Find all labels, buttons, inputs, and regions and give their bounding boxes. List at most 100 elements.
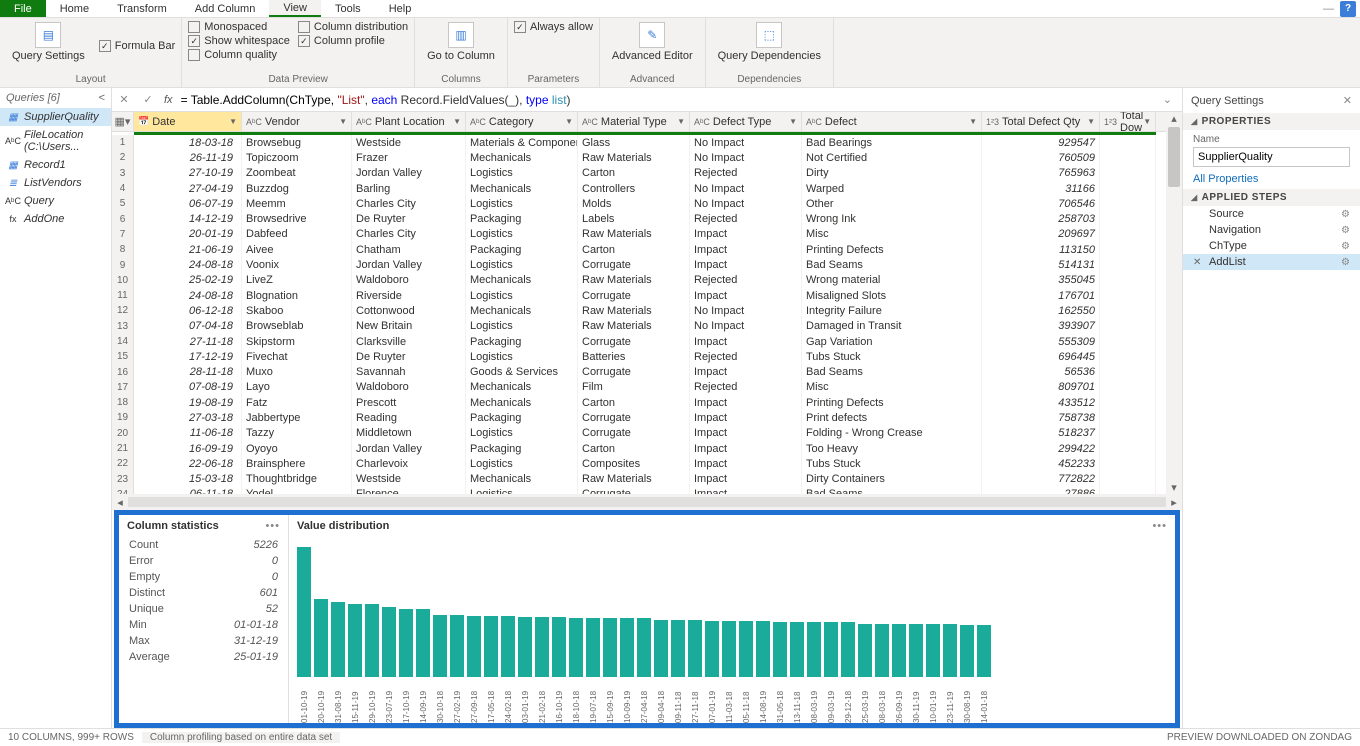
- menu-transform[interactable]: Transform: [103, 0, 181, 17]
- formula-input[interactable]: = Table.AddColumn(ChType, "List", each R…: [181, 93, 1149, 107]
- distribution-bar[interactable]: 19-07-18: [586, 618, 600, 723]
- fx-icon[interactable]: fx: [164, 94, 173, 106]
- table-row[interactable]: 1819-08-19FatzPrescottMechanicalsCartonI…: [112, 395, 1182, 410]
- table-row[interactable]: 1307-04-18BrowseblabNew BritainLogistics…: [112, 319, 1182, 334]
- goto-column-button[interactable]: ▥ Go to Column: [421, 20, 501, 64]
- profiling-scope-button[interactable]: Column profiling based on entire data se…: [142, 732, 340, 743]
- close-settings-icon[interactable]: ✕: [1343, 94, 1352, 107]
- table-row[interactable]: 1517-12-19FivechatDe RuyterLogisticsBatt…: [112, 349, 1182, 364]
- query-item-addone[interactable]: fxAddOne: [0, 210, 111, 228]
- horizontal-scrollbar[interactable]: ◂▸: [112, 494, 1182, 510]
- distribution-bar[interactable]: 27-02-19: [450, 615, 464, 723]
- distribution-bar[interactable]: 23-07-19: [382, 607, 396, 723]
- query-dependencies-button[interactable]: ⬚ Query Dependencies: [712, 20, 827, 64]
- table-row[interactable]: 2116-09-19OyoyoJordan ValleyPackagingCar…: [112, 441, 1182, 456]
- table-row[interactable]: 327-10-19ZoombeatJordan ValleyLogisticsC…: [112, 166, 1182, 181]
- distribution-bar[interactable]: 11-03-18: [722, 621, 736, 723]
- distribution-bar[interactable]: 07-01-19: [705, 621, 719, 723]
- table-row[interactable]: 2406-11-18YodelFlorenceLogisticsCorrugat…: [112, 487, 1182, 494]
- check-column-profile[interactable]: Column profile: [298, 34, 408, 48]
- step-chtype[interactable]: ChType⚙: [1183, 238, 1360, 254]
- stats-menu-icon[interactable]: •••: [265, 520, 280, 532]
- query-item-record1[interactable]: ▦Record1: [0, 156, 111, 174]
- distribution-bar[interactable]: 23-11-19: [943, 624, 957, 723]
- gear-icon[interactable]: ⚙: [1341, 257, 1350, 268]
- menu-help[interactable]: Help: [375, 0, 426, 17]
- column-header-def[interactable]: AᵇCDefect▼: [802, 112, 982, 131]
- column-header-vendor[interactable]: AᵇCVendor▼: [242, 112, 352, 131]
- table-row[interactable]: 118-03-18BrowsebugWestsideMaterials & Co…: [112, 135, 1182, 150]
- query-item-listvendors[interactable]: ≣ListVendors: [0, 174, 111, 192]
- column-filter-icon[interactable]: ▼: [229, 117, 237, 126]
- vertical-scrollbar[interactable]: ▴ ▾: [1166, 112, 1182, 494]
- distribution-bar[interactable]: 21-02-18: [535, 617, 549, 723]
- distribution-bar[interactable]: 10-01-19: [926, 624, 940, 723]
- minimize-icon[interactable]: —: [1323, 3, 1334, 15]
- distribution-bar[interactable]: 27-11-18: [688, 620, 702, 723]
- distribution-bar[interactable]: 24-02-18: [501, 616, 515, 723]
- formula-commit-icon[interactable]: ✓: [140, 93, 156, 106]
- distribution-bar[interactable]: 15-09-19: [603, 618, 617, 723]
- table-row[interactable]: 1427-11-18SkipstormClarksvillePackagingC…: [112, 334, 1182, 349]
- table-row[interactable]: 1927-03-18JabbertypeReadingPackagingCorr…: [112, 410, 1182, 425]
- column-header-qty[interactable]: 1²3Total Defect Qty▼: [982, 112, 1100, 131]
- distribution-bar[interactable]: 20-10-19: [314, 599, 328, 723]
- query-name-input[interactable]: [1193, 147, 1350, 167]
- distribution-bar[interactable]: 14-09-19: [416, 609, 430, 723]
- column-filter-icon[interactable]: ▼: [339, 117, 347, 126]
- table-row[interactable]: 2222-06-18BrainsphereCharlevoixLogistics…: [112, 456, 1182, 471]
- table-row[interactable]: 2011-06-18TazzyMiddletownLogisticsCorrug…: [112, 426, 1182, 441]
- distribution-bar[interactable]: 09-04-18: [654, 620, 668, 723]
- distribution-menu-icon[interactable]: •••: [1152, 520, 1167, 532]
- menu-add-column[interactable]: Add Column: [181, 0, 270, 17]
- table-row[interactable]: 1707-08-19LayoWaldoboroMechanicalsFilmRe…: [112, 380, 1182, 395]
- query-item-supplierquality[interactable]: ▦SupplierQuality: [0, 108, 111, 126]
- applied-steps-section[interactable]: APPLIED STEPS: [1183, 189, 1360, 206]
- distribution-bar[interactable]: 09-03-19: [824, 622, 838, 723]
- table-icon[interactable]: ▦▾: [112, 112, 134, 131]
- column-filter-icon[interactable]: ▼: [677, 117, 685, 126]
- distribution-bar[interactable]: 30-10-18: [433, 615, 447, 723]
- formula-expand-icon[interactable]: ⌄: [1157, 93, 1178, 106]
- distribution-bar[interactable]: 08-03-19: [807, 622, 821, 723]
- column-header-plant[interactable]: AᵇCPlant Location▼: [352, 112, 466, 131]
- check-monospaced[interactable]: Monospaced: [188, 20, 290, 34]
- distribution-bar[interactable]: 05-11-18: [739, 621, 753, 723]
- all-properties-link[interactable]: All Properties: [1183, 169, 1360, 189]
- query-item-filelocation-c-users-[interactable]: AᵇCFileLocation (C:\Users...: [0, 126, 111, 156]
- formula-bar-checkbox[interactable]: Formula Bar: [99, 39, 176, 53]
- column-filter-icon[interactable]: ▼: [565, 117, 573, 126]
- distribution-bar[interactable]: 01-10-19: [297, 547, 311, 723]
- table-row[interactable]: 1124-08-18BlognationRiversideLogisticsCo…: [112, 288, 1182, 303]
- distribution-bar[interactable]: 10-09-19: [620, 618, 634, 723]
- distribution-bar[interactable]: 29-12-18: [841, 622, 855, 723]
- advanced-editor-button[interactable]: ✎ Advanced Editor: [606, 20, 699, 64]
- menu-home[interactable]: Home: [46, 0, 103, 17]
- distribution-bar[interactable]: 25-03-19: [858, 624, 872, 723]
- formula-cancel-icon[interactable]: ✕: [116, 93, 132, 106]
- check-show-whitespace[interactable]: Show whitespace: [188, 34, 290, 48]
- column-filter-icon[interactable]: ▼: [1143, 117, 1151, 126]
- collapse-queries-icon[interactable]: <: [99, 92, 105, 104]
- gear-icon[interactable]: ⚙: [1341, 225, 1350, 236]
- menu-file[interactable]: File: [0, 0, 46, 17]
- distribution-bar[interactable]: 03-01-19: [518, 617, 532, 723]
- check-column-quality[interactable]: Column quality: [188, 48, 290, 62]
- column-header-deft[interactable]: AᵇCDefect Type▼: [690, 112, 802, 131]
- gear-icon[interactable]: ⚙: [1341, 209, 1350, 220]
- help-icon[interactable]: ?: [1340, 1, 1356, 17]
- distribution-bar[interactable]: 26-09-19: [892, 624, 906, 723]
- check-column-distribution[interactable]: Column distribution: [298, 20, 408, 34]
- column-header-date[interactable]: 📅Date▼: [134, 112, 242, 131]
- step-navigation[interactable]: Navigation⚙: [1183, 222, 1360, 238]
- table-row[interactable]: 720-01-19DabfeedCharles CityLogisticsRaw…: [112, 227, 1182, 242]
- step-addlist[interactable]: ✕AddList⚙: [1183, 254, 1360, 270]
- distribution-bar[interactable]: 30-08-19: [960, 625, 974, 723]
- distribution-bar[interactable]: 17-05-18: [484, 616, 498, 723]
- column-header-cat[interactable]: AᵇCCategory▼: [466, 112, 578, 131]
- distribution-bar[interactable]: 27-04-18: [637, 618, 651, 723]
- table-row[interactable]: 1628-11-18MuxoSavannahGoods & ServicesCo…: [112, 364, 1182, 379]
- distribution-bar[interactable]: 17-10-19: [399, 609, 413, 723]
- table-row[interactable]: 1206-12-18SkabooCottonwoodMechanicalsRaw…: [112, 303, 1182, 318]
- distribution-bar[interactable]: 27-09-18: [467, 616, 481, 723]
